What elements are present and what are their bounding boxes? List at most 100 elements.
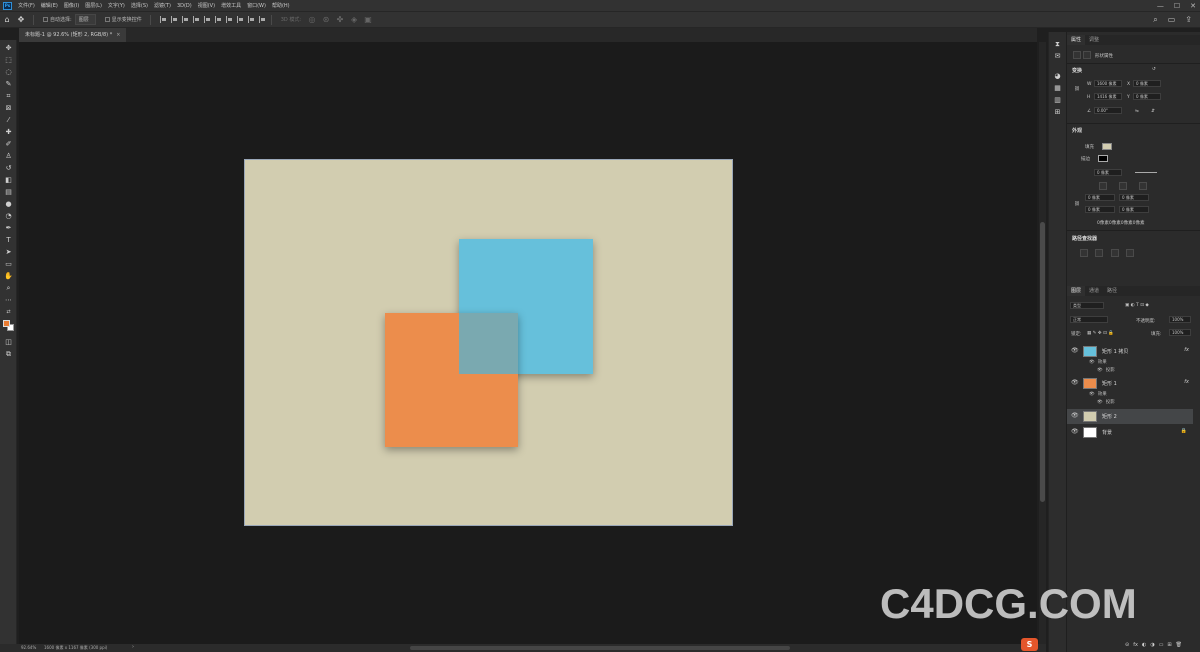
menu-edit[interactable]: 编辑(E) xyxy=(38,2,61,9)
rectangle-tool-icon[interactable]: ▭ xyxy=(4,260,13,269)
radius-top-left-field[interactable]: 0 像素 xyxy=(1085,194,1115,201)
tab-properties[interactable]: 属性 xyxy=(1067,35,1086,45)
slide-3d-icon[interactable]: ◈ xyxy=(347,15,361,24)
align-top-icon[interactable] xyxy=(192,16,200,23)
menu-select[interactable]: 选择(S) xyxy=(128,2,151,9)
show-transform-checkbox[interactable] xyxy=(104,17,110,22)
gradient-tool-icon[interactable]: ▤ xyxy=(4,188,13,197)
reset-transform-icon[interactable]: ↺ xyxy=(1152,67,1156,72)
radius-bottom-left-field[interactable]: 0 像素 xyxy=(1085,206,1115,213)
menu-filter[interactable]: 滤镜(T) xyxy=(151,2,174,9)
eyedropper-tool-icon[interactable]: ⁄ xyxy=(4,116,13,125)
screen-mode-icon[interactable]: ⧉ xyxy=(4,350,13,359)
fill-opacity-field[interactable]: 100% xyxy=(1169,329,1191,336)
foreground-color-swatch[interactable] xyxy=(3,320,10,327)
filter-icons[interactable]: ▣ ◐ T ⊡ ◆ xyxy=(1125,303,1149,308)
stroke-color-swatch[interactable] xyxy=(1098,155,1108,162)
workspace-icon[interactable]: ▭ xyxy=(1168,15,1176,25)
share-icon[interactable]: ⇪ xyxy=(1185,15,1192,25)
menu-view[interactable]: 视图(V) xyxy=(195,2,218,9)
vertical-scrollbar-thumb[interactable] xyxy=(1040,222,1045,502)
visibility-eye-icon[interactable]: 👁 xyxy=(1097,368,1103,373)
distribute-icon[interactable] xyxy=(225,16,233,23)
visibility-eye-icon[interactable]: 👁 xyxy=(1089,392,1095,397)
minimize-button[interactable]: — xyxy=(1157,2,1164,10)
swap-colors-icon[interactable]: ⇄ xyxy=(4,308,13,317)
visibility-eye-icon[interactable]: 👁 xyxy=(1071,347,1079,354)
layer-effect-row[interactable]: 👁 投影 xyxy=(1097,367,1197,375)
patterns-panel-icon[interactable]: ⊞ xyxy=(1053,108,1062,117)
link-radius-icon[interactable]: ⛓ xyxy=(1074,202,1080,207)
layer-row[interactable]: 👁 矩形 1 fx xyxy=(1067,376,1193,391)
zoom-tool-icon[interactable]: ⌕ xyxy=(4,284,13,293)
eraser-tool-icon[interactable]: ◧ xyxy=(4,176,13,185)
pen-tool-icon[interactable]: ✒ xyxy=(4,224,13,233)
align-right-icon[interactable] xyxy=(181,16,189,23)
search-icon[interactable]: ⌕ xyxy=(1153,15,1157,25)
hand-tool-icon[interactable]: ✋ xyxy=(4,272,13,281)
healing-tool-icon[interactable]: ✚ xyxy=(4,128,13,137)
layer-row[interactable]: 👁 背景 🔒 xyxy=(1067,425,1193,440)
tab-layers[interactable]: 图层 xyxy=(1067,286,1086,296)
layer-fx-badge[interactable]: fx xyxy=(1184,379,1189,385)
comments-panel-icon[interactable]: ✉ xyxy=(1053,52,1062,61)
distribute-more-icon[interactable] xyxy=(258,16,266,23)
blur-tool-icon[interactable]: ● xyxy=(4,200,13,209)
new-group-icon[interactable]: ▭ xyxy=(1159,642,1164,648)
stroke-style-dropdown[interactable] xyxy=(1135,172,1157,173)
fill-color-swatch[interactable] xyxy=(1102,143,1112,150)
layer-filter-dropdown[interactable]: 类型 xyxy=(1070,302,1104,309)
angle-field[interactable]: 0.00° xyxy=(1094,107,1122,114)
align-left-icon[interactable] xyxy=(159,16,167,23)
tab-adjustments[interactable]: 调整 xyxy=(1085,35,1103,45)
stroke-corners-icon[interactable] xyxy=(1139,182,1147,190)
brush-tool-icon[interactable]: ✐ xyxy=(4,140,13,149)
menu-image[interactable]: 图像(I) xyxy=(61,2,82,9)
visibility-eye-icon[interactable]: 👁 xyxy=(1071,412,1079,419)
layer-effect-row[interactable]: 👁 投影 xyxy=(1097,399,1197,407)
horizontal-scrollbar-thumb[interactable] xyxy=(410,646,790,650)
tab-paths[interactable]: 路径 xyxy=(1103,286,1121,296)
orbit-3d-icon[interactable]: ◎ xyxy=(305,15,319,24)
layer-fx-badge[interactable]: fx xyxy=(1184,347,1189,353)
visibility-eye-icon[interactable]: 👁 xyxy=(1071,428,1079,435)
exclude-shapes-icon[interactable] xyxy=(1126,249,1134,257)
move-tool-icon[interactable]: ✥ xyxy=(14,15,28,24)
history-brush-tool-icon[interactable]: ↺ xyxy=(4,164,13,173)
visibility-eye-icon[interactable]: 👁 xyxy=(1097,400,1103,405)
align-middle-icon[interactable] xyxy=(203,16,211,23)
auto-select-dropdown[interactable]: 图层 xyxy=(74,14,96,25)
stroke-width-field[interactable]: 0 像素 xyxy=(1094,169,1122,176)
swatches-panel-icon[interactable]: ▦ xyxy=(1053,84,1062,93)
distribute-h-icon[interactable] xyxy=(236,16,244,23)
layer-row-selected[interactable]: 👁 矩形 2 xyxy=(1067,409,1193,424)
crop-tool-icon[interactable]: ⌗ xyxy=(4,92,13,101)
radius-bottom-right-field[interactable]: 0 像素 xyxy=(1119,206,1149,213)
menu-3d[interactable]: 3D(D) xyxy=(174,3,195,9)
trash-icon[interactable]: 🗑 xyxy=(1176,642,1182,648)
y-field[interactable]: 0 像素 xyxy=(1133,93,1161,100)
align-center-icon[interactable] xyxy=(170,16,178,23)
type-tool-icon[interactable]: T xyxy=(4,236,13,245)
roll-3d-icon[interactable]: ⊛ xyxy=(319,15,333,24)
stroke-align-icon[interactable] xyxy=(1099,182,1107,190)
auto-select-checkbox[interactable] xyxy=(43,17,48,22)
history-panel-icon[interactable]: ⧗ xyxy=(1053,40,1062,49)
flip-horizontal-icon[interactable]: ⇋ xyxy=(1135,109,1139,114)
pan-3d-icon[interactable]: ✤ xyxy=(333,15,347,24)
gradients-panel-icon[interactable]: ▥ xyxy=(1053,96,1062,105)
adjustment-layer-icon[interactable]: ◑ xyxy=(1150,642,1154,648)
link-layers-icon[interactable]: ⊝ xyxy=(1125,642,1129,648)
lock-icon[interactable]: 🔒 xyxy=(1181,428,1187,434)
menu-type[interactable]: 文字(Y) xyxy=(105,2,128,9)
visibility-eye-icon[interactable]: 👁 xyxy=(1071,379,1079,386)
layer-effects-row[interactable]: 👁 效果 xyxy=(1089,359,1189,367)
layer-row[interactable]: 👁 矩形 1 拷贝 fx xyxy=(1067,344,1193,359)
menu-plugins[interactable]: 增效工具 xyxy=(218,2,244,9)
add-mask-icon[interactable]: ◐ xyxy=(1142,642,1146,648)
scale-3d-icon[interactable]: ▣ xyxy=(361,15,375,24)
menu-window[interactable]: 窗口(W) xyxy=(244,2,269,9)
dodge-tool-icon[interactable]: ◔ xyxy=(4,212,13,221)
menu-help[interactable]: 帮助(H) xyxy=(269,2,293,9)
document-tab[interactable]: 未标题-1 @ 92.6% (矩形 2, RGB/8) * × xyxy=(19,28,127,42)
